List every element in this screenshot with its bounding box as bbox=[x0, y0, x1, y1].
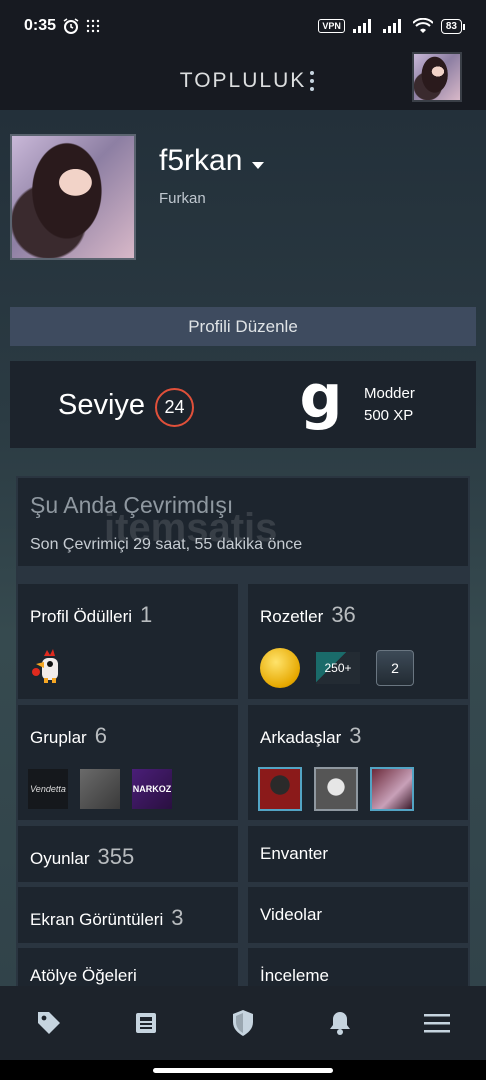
page-title: TOPLULUK bbox=[179, 69, 307, 92]
status-time: 0:35 bbox=[24, 17, 57, 34]
news-icon[interactable] bbox=[126, 1003, 166, 1043]
tile-label: Rozetler bbox=[260, 607, 324, 626]
group-vendetta-icon[interactable]: Vendetta bbox=[28, 769, 68, 809]
online-status-box: itemsatis Şu Anda Çevrimdışı Son Çevrimi… bbox=[18, 478, 468, 566]
tile-friends[interactable]: Arkadaşlar 3 bbox=[248, 705, 468, 820]
home-gesture-bar[interactable] bbox=[153, 1068, 333, 1073]
badge-2-icon: 2 bbox=[376, 650, 414, 686]
tile-label: Envanter bbox=[260, 844, 329, 863]
tile-count: 3 bbox=[171, 905, 184, 930]
bell-icon[interactable] bbox=[320, 1003, 360, 1043]
badge-xp: 500 XP bbox=[364, 407, 414, 424]
edit-profile-button[interactable]: Profili Düzenle bbox=[10, 307, 476, 346]
tile-workshop[interactable]: Atölye Öğeleri bbox=[18, 948, 238, 986]
tile-videos[interactable]: Videolar bbox=[248, 887, 468, 943]
tile-inventory[interactable]: Envanter bbox=[248, 826, 468, 882]
profile-name-row[interactable]: f5rkan bbox=[159, 144, 265, 178]
tag-icon[interactable] bbox=[29, 1003, 69, 1043]
header-avatar[interactable] bbox=[412, 52, 462, 102]
app-header: TOPLULUK bbox=[0, 52, 486, 110]
tile-count: 1 bbox=[140, 602, 153, 627]
tile-groups[interactable]: Gruplar 6 Vendetta NARKOZ bbox=[18, 705, 238, 820]
bottom-nav bbox=[0, 986, 486, 1060]
tile-label: Oyunlar bbox=[30, 849, 90, 868]
tile-count: 3 bbox=[349, 723, 362, 748]
last-online-text: Son Çevrimiçi 29 saat, 55 dakika önce bbox=[30, 536, 303, 553]
badge-icon: g bbox=[299, 362, 343, 432]
badge-250-icon: 250+ bbox=[316, 652, 360, 684]
alarm-icon bbox=[63, 18, 79, 34]
tile-label: Gruplar bbox=[30, 728, 87, 747]
level-box[interactable]: Seviye 24 g Modder 500 XP bbox=[10, 361, 476, 448]
tile-label: Ekran Görüntüleri bbox=[30, 910, 164, 929]
online-status-title: Şu Anda Çevrimdışı bbox=[30, 492, 234, 518]
badge-name: Modder bbox=[364, 385, 415, 402]
signal-icon bbox=[352, 19, 371, 33]
group-thumb-icon[interactable] bbox=[80, 769, 120, 809]
profile-panel: itemsatis Şu Anda Çevrimdışı Son Çevrimi… bbox=[16, 476, 470, 986]
more-options-icon[interactable] bbox=[306, 66, 318, 96]
vpn-badge: VPN bbox=[318, 19, 345, 33]
tile-label: İnceleme bbox=[260, 966, 329, 985]
profile-content: f5rkan Furkan Profili Düzenle Seviye 24 … bbox=[0, 110, 486, 986]
profile-avatar[interactable] bbox=[10, 134, 136, 260]
tile-badges[interactable]: Rozetler 36 250+ 2 bbox=[248, 584, 468, 699]
battery-indicator: 83 bbox=[440, 18, 466, 34]
tile-profile-awards[interactable]: Profil Ödülleri 1 bbox=[18, 584, 238, 699]
friend-avatar[interactable] bbox=[258, 767, 302, 811]
tile-label: Arkadaşlar bbox=[260, 728, 342, 747]
status-bar: 0:35 VPN 83 bbox=[0, 0, 486, 52]
coin-badge-icon bbox=[260, 648, 300, 688]
rooster-award-icon bbox=[32, 649, 58, 683]
tile-label: Profil Ödülleri bbox=[30, 607, 133, 626]
tile-label: Videolar bbox=[260, 905, 323, 924]
real-name: Furkan bbox=[159, 190, 206, 207]
tile-count: 36 bbox=[331, 602, 356, 627]
username: f5rkan bbox=[159, 144, 243, 177]
wifi-icon bbox=[412, 18, 433, 33]
tile-games[interactable]: Oyunlar 355 bbox=[18, 826, 238, 882]
chevron-down-icon[interactable] bbox=[252, 161, 265, 169]
shield-icon[interactable] bbox=[223, 1003, 263, 1043]
tile-screenshots[interactable]: Ekran Görüntüleri 3 bbox=[18, 887, 238, 943]
level-label: Seviye bbox=[58, 389, 146, 421]
menu-icon[interactable] bbox=[417, 1003, 457, 1043]
level-badge: 24 bbox=[155, 388, 194, 427]
tile-count: 355 bbox=[97, 844, 135, 869]
group-narkoz-icon[interactable]: NARKOZ bbox=[132, 769, 172, 809]
tile-reviews[interactable]: İnceleme bbox=[248, 948, 468, 986]
friend-avatar[interactable] bbox=[314, 767, 358, 811]
signal-icon-2 bbox=[382, 19, 401, 33]
friend-avatar[interactable] bbox=[370, 767, 414, 811]
tile-count: 6 bbox=[94, 723, 107, 748]
grid-dots-icon bbox=[86, 19, 100, 33]
tile-label: Atölye Öğeleri bbox=[30, 966, 137, 985]
